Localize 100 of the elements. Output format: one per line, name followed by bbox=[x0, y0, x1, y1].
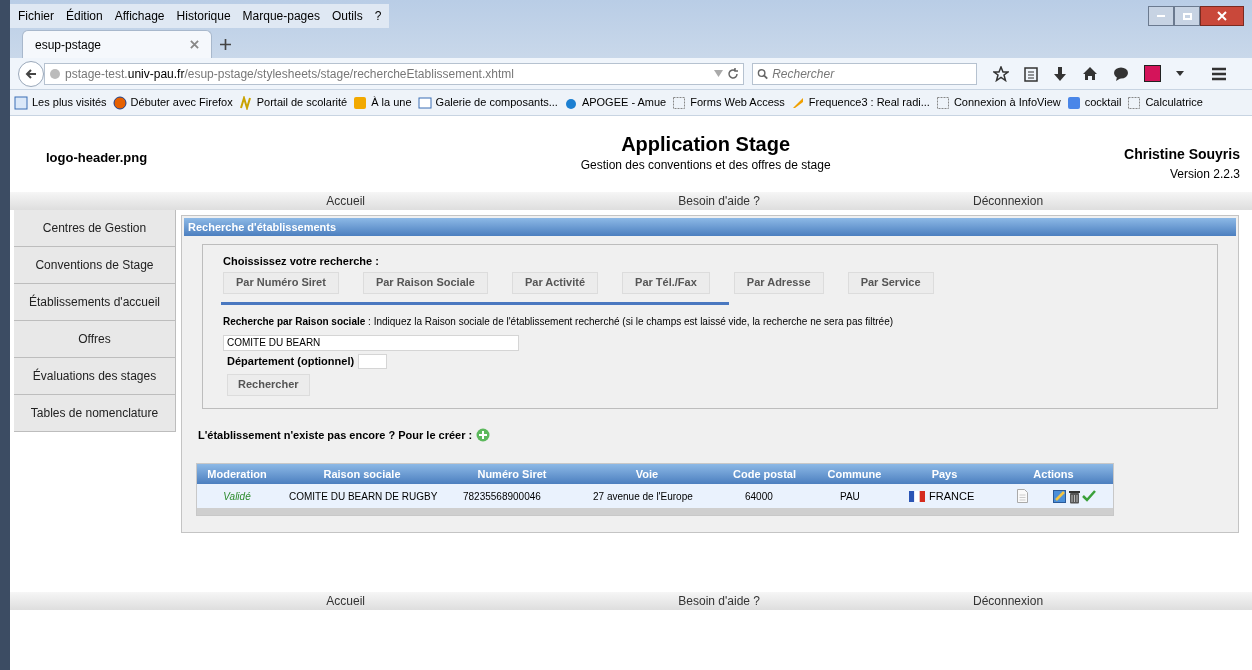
close-button[interactable] bbox=[1200, 6, 1244, 26]
column-header: Code postal bbox=[732, 466, 797, 482]
nav-link[interactable]: Déconnexion bbox=[973, 192, 1252, 210]
search-field[interactable]: Rechercher bbox=[752, 62, 977, 85]
choose-label: Choississez votre recherche : bbox=[223, 254, 380, 269]
search-type-button[interactable]: Par Tél./Fax bbox=[622, 271, 710, 294]
close-icon bbox=[1217, 11, 1227, 21]
plus-icon[interactable] bbox=[220, 39, 231, 50]
clipboard-icon[interactable] bbox=[1024, 65, 1038, 82]
menu-icon[interactable] bbox=[1211, 66, 1227, 81]
sidebar-item[interactable]: Établissements d'accueil bbox=[14, 284, 176, 321]
bookmark-icon bbox=[1127, 95, 1142, 110]
moderation-status: Validé bbox=[222, 489, 252, 504]
flag-icon bbox=[909, 490, 925, 502]
nav-link[interactable]: Déconnexion bbox=[973, 592, 1252, 610]
panel-header: Recherche d'établissements bbox=[184, 218, 1236, 236]
column-header: Actions bbox=[1032, 466, 1075, 482]
maximize-button[interactable] bbox=[1174, 6, 1200, 26]
search-type-button[interactable]: Par Raison Sociale bbox=[362, 271, 488, 294]
search-input[interactable]: Rechercher bbox=[772, 64, 972, 83]
version-text: Version 2.2.3 bbox=[1169, 166, 1240, 183]
column-header: Pays bbox=[930, 466, 959, 482]
search-type-button[interactable]: Par Activité bbox=[511, 271, 599, 294]
sidebar-item[interactable]: Centres de Gestion bbox=[14, 210, 176, 247]
home-icon[interactable] bbox=[1082, 66, 1098, 81]
table-cell-text: 27 avenue de l'Europe bbox=[592, 489, 694, 504]
sidebar-item[interactable]: Conventions de Stage bbox=[14, 247, 176, 284]
bookmark-icon bbox=[417, 95, 432, 110]
download-icon[interactable] bbox=[1053, 65, 1067, 82]
bookmark-link[interactable]: Portail de scolarité bbox=[256, 94, 348, 111]
menu-item[interactable]: Fichier bbox=[18, 7, 54, 25]
department-input[interactable] bbox=[358, 353, 388, 369]
bookmark-link[interactable]: Débuter avec Firefox bbox=[130, 94, 233, 111]
search-type-button[interactable]: Par Numéro Siret bbox=[223, 271, 339, 294]
bookmark-icon bbox=[672, 95, 687, 110]
bookmark-icon bbox=[112, 95, 127, 110]
tab-title: esup-pstage bbox=[35, 36, 102, 54]
bookmark-icon bbox=[238, 95, 253, 110]
bookmark-icon bbox=[935, 95, 950, 110]
user-name: Christine Souyris bbox=[1124, 145, 1240, 164]
app-subtitle: Gestion des conventions et des offres de stage bbox=[580, 157, 831, 174]
menu-item[interactable]: Édition bbox=[66, 7, 103, 25]
trash-icon[interactable] bbox=[1068, 488, 1081, 504]
search-button[interactable]: Rechercher bbox=[227, 373, 310, 396]
nav-link[interactable]: Besoin d'aide ? bbox=[678, 592, 760, 610]
menu-item[interactable]: Historique bbox=[176, 7, 231, 25]
instruction-text: Recherche par Raison sociale : Indiquez la Raison sociale de l'établissement recherché (si le champs est laissé vide, la recherche ne sera pas filtrée) bbox=[223, 314, 895, 329]
chat-icon[interactable] bbox=[1113, 66, 1129, 81]
table-cell-text: 78235568900046 bbox=[462, 489, 542, 504]
address-bar[interactable]: pstage-test.univ-pau.fr/esup-pstage/stylesheets/stage/rechercheEtablissement.xhtml bbox=[44, 62, 744, 85]
department-label: Département (optionnel) bbox=[227, 354, 355, 369]
menu-item[interactable]: Outils bbox=[331, 7, 363, 25]
bookmark-link[interactable]: Galerie de composants... bbox=[435, 94, 558, 111]
bookmark-link[interactable]: Forms Web Access bbox=[690, 94, 785, 111]
bookmark-icon bbox=[14, 95, 28, 110]
minimize-button[interactable] bbox=[1148, 6, 1174, 26]
caret-icon[interactable] bbox=[1176, 71, 1184, 76]
url-text: pstage-test.univ-pau.fr/esup-pstage/stylesheets/stage/rechercheEtablissement.xhtml bbox=[65, 65, 515, 83]
bookmark-link[interactable]: Frequence3 : Real radi... bbox=[808, 94, 930, 111]
menu-item[interactable]: Marque-pages bbox=[242, 7, 320, 25]
column-header: Moderation bbox=[206, 466, 268, 482]
app-title: Application Stage bbox=[621, 132, 791, 156]
bookmark-link[interactable]: Les plus visités bbox=[32, 94, 107, 111]
column-header: Raison sociale bbox=[322, 466, 402, 482]
table-cell-text: PAU bbox=[839, 489, 861, 504]
bookmark-link[interactable]: cocktail bbox=[1084, 94, 1122, 111]
table-cell-text: COMITE DU BEARN DE RUGBY bbox=[288, 489, 439, 504]
bookmark-icon bbox=[1066, 95, 1081, 110]
search-icon bbox=[757, 67, 769, 80]
sidebar-item[interactable]: Offres bbox=[14, 321, 176, 358]
sidebar-item[interactable]: Évaluations des stages bbox=[14, 358, 176, 395]
nav-link[interactable]: Accueil bbox=[326, 592, 365, 610]
nav-link[interactable]: Besoin d'aide ? bbox=[678, 192, 760, 210]
browser-tab[interactable]: esup-pstage bbox=[22, 30, 212, 58]
column-header: Voie bbox=[634, 466, 660, 482]
bookmark-link[interactable]: À la une bbox=[371, 94, 412, 111]
sidebar-item[interactable]: Tables de nomenclature bbox=[14, 395, 176, 432]
reload-icon[interactable] bbox=[727, 67, 739, 80]
menu-item[interactable]: ? bbox=[374, 7, 382, 25]
search-type-button[interactable]: Par Service bbox=[847, 271, 934, 294]
column-header: Commune bbox=[826, 466, 883, 482]
globe-icon bbox=[49, 67, 61, 80]
table-cell-text: 64000 bbox=[744, 489, 774, 504]
star-icon[interactable] bbox=[993, 65, 1009, 82]
search-type-button[interactable]: Par Adresse bbox=[733, 271, 824, 294]
create-text: L'établissement n'existe pas encore ? Pour le créer : bbox=[198, 427, 473, 443]
menu-item[interactable]: Affichage bbox=[114, 7, 165, 25]
bookmark-icon bbox=[353, 95, 368, 110]
edit-icon[interactable] bbox=[1053, 489, 1067, 503]
bookmark-link[interactable]: Connexion à InfoView bbox=[953, 94, 1061, 111]
close-icon[interactable] bbox=[190, 40, 199, 49]
bookmark-link[interactable]: Calculatrice bbox=[1145, 94, 1203, 111]
check-icon[interactable] bbox=[1082, 490, 1096, 502]
name-input[interactable]: COMITE DU BEARN bbox=[223, 334, 519, 351]
back-button[interactable] bbox=[18, 60, 44, 87]
back-arrow-icon bbox=[25, 67, 37, 80]
nav-link[interactable]: Accueil bbox=[326, 192, 365, 210]
column-header: Numéro Siret bbox=[476, 466, 548, 482]
bookmark-link[interactable]: APOGEE - Amue bbox=[581, 94, 667, 111]
logo-alt-text: logo-header.png bbox=[46, 149, 148, 167]
